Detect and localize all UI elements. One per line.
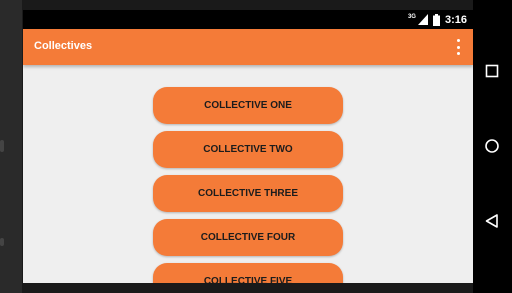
signal-icon — [417, 14, 428, 25]
microphone-icon — [0, 238, 4, 246]
collective-four-button[interactable]: COLLECTIVE FOUR — [153, 219, 343, 256]
navigation-bar — [473, 0, 512, 293]
square-icon[interactable] — [483, 62, 501, 80]
status-time: 3:16 — [444, 13, 467, 26]
network-type-label: 3G — [407, 13, 416, 20]
device-screen: 3G 3:16 Collectives COLLECTIVE ONE COLLE… — [23, 10, 473, 283]
status-bar: 3G 3:16 — [23, 10, 473, 29]
collective-one-button[interactable]: COLLECTIVE ONE — [153, 87, 343, 124]
collective-five-button[interactable]: COLLECTIVE FIVE — [153, 263, 343, 283]
collective-three-button[interactable]: COLLECTIVE THREE — [153, 175, 343, 212]
circle-icon[interactable] — [483, 137, 501, 155]
overflow-menu-icon[interactable] — [453, 39, 463, 55]
triangle-back-icon[interactable] — [483, 212, 501, 230]
camera-sensor-icon — [0, 140, 4, 152]
device-bezel-left — [0, 0, 22, 293]
battery-icon — [432, 13, 440, 26]
app-bar: Collectives — [23, 29, 473, 65]
collective-two-button[interactable]: COLLECTIVE TWO — [153, 131, 343, 168]
app-title: Collectives — [34, 40, 93, 52]
collectives-list: COLLECTIVE ONE COLLECTIVE TWO COLLECTIVE… — [23, 65, 473, 283]
